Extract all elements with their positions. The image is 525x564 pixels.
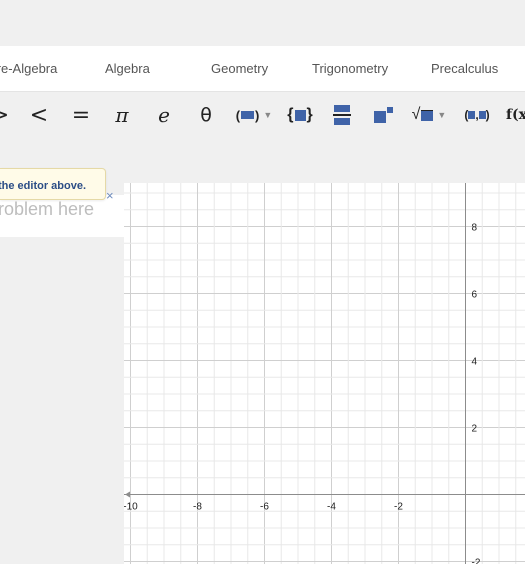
y-tick-label: -2 [472, 558, 481, 564]
top-bar [0, 0, 525, 46]
equals-button[interactable]: = [70, 92, 92, 138]
parentheses-button[interactable]: () ▼ [234, 92, 274, 138]
x-tick-label: -6 [260, 502, 269, 513]
x-axis-arrow-icon [125, 491, 130, 498]
square-root-button[interactable]: √ ▼ [408, 92, 450, 138]
theta-button[interactable]: θ [195, 92, 217, 138]
graph-panel[interactable]: -10 -8 -6 -4 -2 8 6 4 2 -2 [124, 183, 525, 564]
tab-geometry[interactable]: Geometry [211, 46, 268, 91]
exponent-button[interactable] [370, 92, 396, 138]
fraction-icon [333, 105, 351, 125]
less-than-button[interactable]: < [28, 92, 50, 138]
y-tick-label: 4 [472, 357, 478, 368]
tab-algebra[interactable]: Algebra [105, 46, 150, 91]
coordinate-pair-button[interactable]: (,) [462, 92, 492, 138]
e-button[interactable]: e [153, 92, 175, 138]
y-tick-label: 6 [472, 290, 478, 301]
tab-precalculus[interactable]: Precalculus [431, 46, 498, 91]
coordinate-grid: -10 -8 -6 -4 -2 8 6 4 2 -2 [124, 183, 525, 564]
editor-tooltip: the editor above. [0, 168, 106, 200]
math-toolbar: > < = π e θ () ▼ {} √ ▼ (,) f(x) [0, 92, 525, 138]
square-root-icon: √ [412, 106, 434, 124]
y-tick-label: 2 [472, 424, 478, 435]
tab-trigonometry[interactable]: Trigonometry [312, 46, 388, 91]
editor-placeholder: problem here [0, 199, 95, 219]
tab-pre-algebra[interactable]: Pre-Algebra [0, 46, 57, 91]
fraction-button[interactable] [330, 92, 354, 138]
braces-icon: {} [287, 106, 313, 123]
coordinate-pair-icon: (,) [464, 108, 490, 122]
x-tick-label: -4 [327, 502, 336, 513]
subject-tabs: Pre-Algebra Algebra Geometry Trigonometr… [0, 46, 525, 92]
x-tick-label: -2 [394, 502, 403, 513]
y-tick-label: 8 [472, 223, 478, 234]
chevron-down-icon: ▼ [263, 110, 273, 120]
close-icon[interactable]: × [106, 188, 120, 204]
greater-than-button[interactable]: > [0, 92, 9, 138]
chevron-down-icon: ▼ [437, 110, 447, 120]
function-button[interactable]: f(x) [506, 92, 525, 138]
x-tick-label: -8 [193, 502, 202, 513]
exponent-icon [372, 106, 394, 124]
braces-button[interactable]: {} [284, 92, 316, 138]
pi-button[interactable]: π [111, 92, 133, 138]
parentheses-icon: () [235, 107, 260, 123]
tooltip-text: the editor above. [0, 180, 87, 192]
x-tick-label: -10 [124, 502, 138, 513]
